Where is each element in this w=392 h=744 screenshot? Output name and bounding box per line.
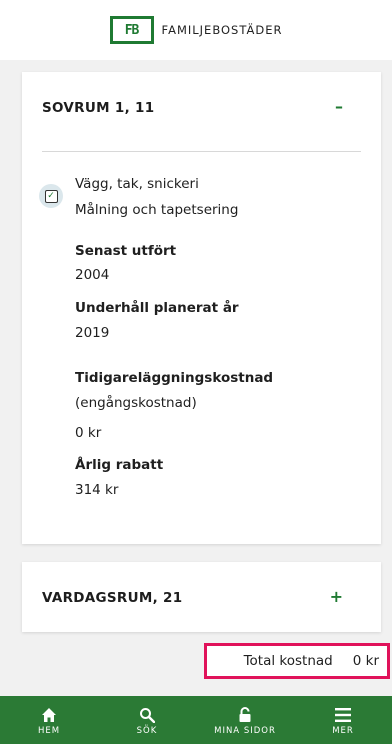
total-cost-value: 0 kr	[352, 653, 379, 669]
room-title[interactable]: SOVRUM 1, 11	[42, 100, 154, 116]
senast-utfort-label: Senast utfört	[75, 243, 177, 259]
nav-hem[interactable]: HEM	[0, 696, 98, 744]
tidigare-sublabel: (engångskostnad)	[75, 395, 197, 411]
nav-label: SÖK	[136, 725, 158, 736]
room-title[interactable]: VARDAGSRUM, 21	[42, 590, 182, 606]
nav-mina-sidor[interactable]: MINA SIDOR	[196, 696, 294, 744]
maintenance-checkbox[interactable]: ✓	[39, 184, 63, 208]
tidigare-value: 0 kr	[75, 425, 102, 441]
divider	[42, 151, 361, 152]
expand-toggle[interactable]: +	[330, 587, 343, 606]
rabatt-label: Årlig rabatt	[75, 457, 164, 473]
underhall-value: 2019	[75, 325, 110, 341]
item-category: Vägg, tak, snickeri	[75, 176, 199, 192]
nav-label: MINA SIDOR	[214, 725, 276, 736]
brand-name: FAMILJEBOSTÄDER	[161, 23, 283, 37]
senast-utfort-value: 2004	[75, 267, 110, 283]
tidigare-label: Tidigareläggningskostnad	[75, 370, 274, 386]
nav-mer[interactable]: MER	[294, 696, 392, 744]
total-cost-label: Total kostnad	[243, 653, 333, 669]
home-icon	[41, 705, 57, 725]
room-card-sovrum: SOVRUM 1, 11 – ✓ Vägg, tak, snickeri Mål…	[22, 72, 381, 544]
app-header: FB FAMILJEBOSTÄDER	[0, 0, 392, 60]
nav-label: MER	[332, 725, 354, 736]
item-description: Målning och tapetsering	[75, 202, 239, 218]
check-icon: ✓	[44, 189, 58, 203]
logo-letters: FB	[124, 22, 140, 38]
room-card-vardagsrum[interactable]: VARDAGSRUM, 21 +	[22, 562, 381, 632]
search-icon	[139, 705, 155, 725]
collapse-toggle[interactable]: –	[335, 97, 343, 116]
menu-icon	[334, 705, 352, 725]
nav-label: HEM	[37, 725, 61, 736]
nav-sok[interactable]: SÖK	[98, 696, 196, 744]
brand-logo[interactable]: FB	[109, 16, 154, 44]
total-cost: Total kostnad 0 kr	[204, 643, 390, 679]
rabatt-value: 314 kr	[75, 482, 119, 498]
underhall-label: Underhåll planerat år	[75, 300, 239, 316]
bottom-nav: HEM SÖK MINA SIDOR MER	[0, 696, 392, 744]
lock-icon	[237, 705, 253, 725]
